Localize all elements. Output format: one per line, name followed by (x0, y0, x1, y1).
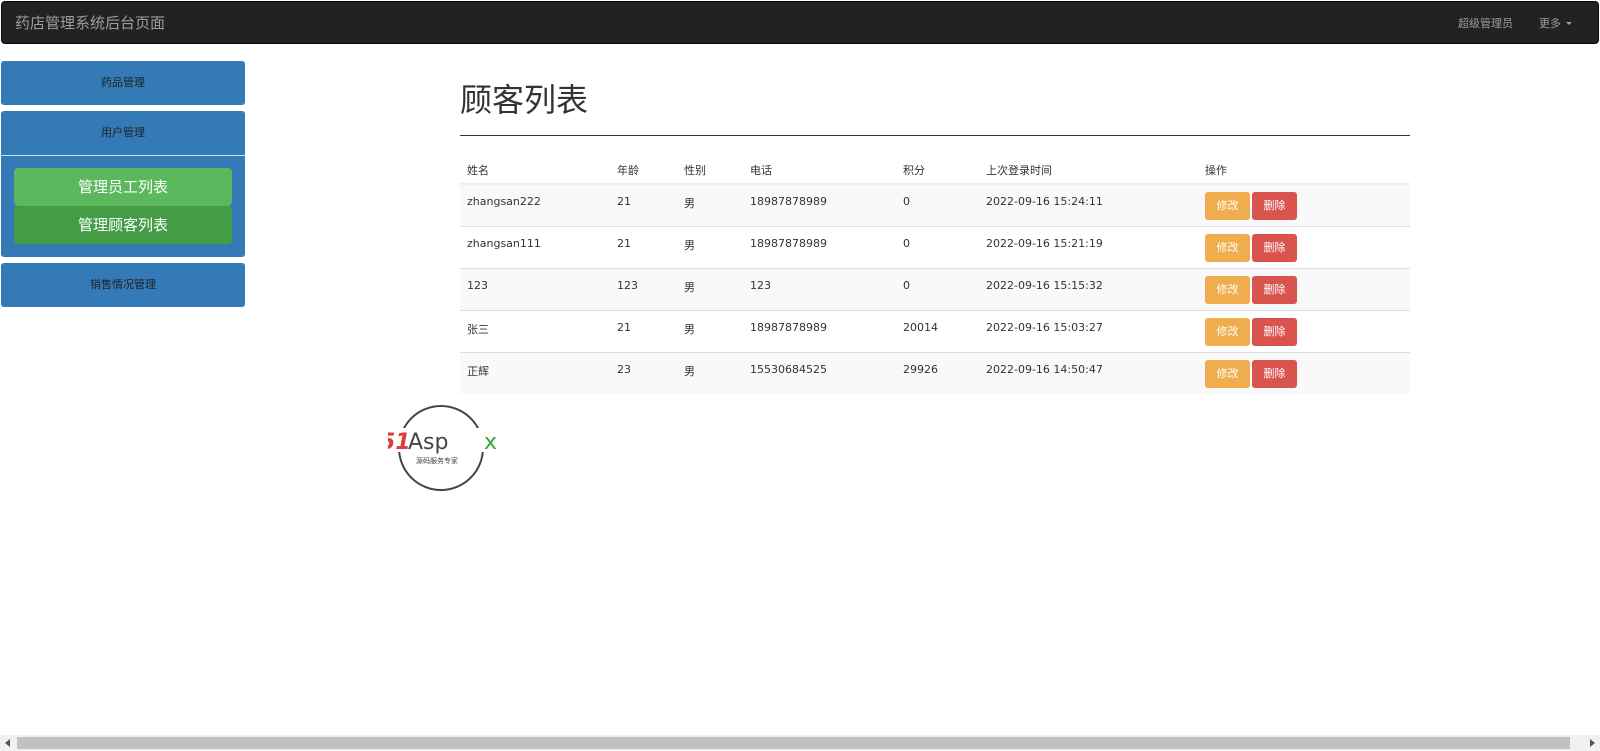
app-title[interactable]: 药店管理系统后台页面 (15, 12, 165, 33)
scroll-left-icon[interactable] (5, 739, 10, 747)
table-cell: 20014 (896, 309, 979, 352)
actions-cell: 修改 删除 (1198, 183, 1410, 226)
table-cell: 男 (677, 183, 743, 226)
table-cell: 0 (896, 183, 979, 226)
table-cell: 正辉 (460, 351, 610, 394)
sidebar-item-sales[interactable]: 销售情况管理 (1, 263, 245, 307)
scrollbar-thumb[interactable] (17, 737, 1570, 749)
sidebar-item-user[interactable]: 用户管理 (1, 111, 245, 155)
table-cell: 2022-09-16 14:50:47 (979, 351, 1198, 394)
page-title: 顾客列表 (460, 70, 1410, 136)
table-cell: 2022-09-16 15:21:19 (979, 225, 1198, 268)
more-label: 更多 (1539, 16, 1561, 30)
delete-button[interactable]: 删除 (1252, 192, 1297, 220)
actions-cell: 修改 删除 (1198, 351, 1410, 394)
sidebar-panel-drug: 药品管理 (1, 61, 245, 105)
table-row: 张三 21 男 18987878989 20014 2022-09-16 15:03:27… (460, 309, 1410, 352)
table-cell: 18987878989 (743, 183, 896, 226)
table-cell: 张三 (460, 309, 610, 352)
table-cell: 21 (610, 183, 677, 226)
delete-button[interactable]: 删除 (1252, 359, 1297, 388)
svg-text:源码服务专家: 源码服务专家 (416, 456, 458, 465)
column-header: 操作 (1198, 156, 1410, 185)
table-cell: 18987878989 (743, 309, 896, 352)
actions-cell: 修改 删除 (1198, 309, 1410, 352)
customer-list-button[interactable]: 管理顾客列表 (14, 206, 232, 244)
table-cell: zhangsan111 (460, 225, 610, 268)
svg-text:Asp: Asp (408, 430, 448, 455)
table-cell: 15530684525 (743, 351, 896, 394)
customer-table: 姓名 年龄 性别 电话 积分 上次登录时间 操作 zhangsan222 21 男 1898787… (460, 156, 1410, 394)
horizontal-scrollbar[interactable] (0, 735, 1600, 751)
table-header: 姓名 年龄 性别 电话 积分 上次登录时间 操作 (460, 156, 1410, 185)
actions-cell: 修改 删除 (1198, 267, 1410, 310)
sidebar-panel-user: 用户管理 管理员工列表 管理顾客列表 (1, 111, 245, 257)
table-cell: zhangsan222 (460, 183, 610, 226)
table-row: 正辉 23 男 15530684525 29926 2022-09-16 14:50:47… (460, 351, 1410, 394)
table-cell: 21 (610, 309, 677, 352)
table-cell: 男 (677, 225, 743, 268)
table-cell: 男 (677, 351, 743, 394)
column-header: 电话 (743, 156, 896, 185)
edit-button[interactable]: 修改 (1205, 275, 1250, 304)
svg-text:x: x (484, 430, 497, 455)
column-header: 上次登录时间 (979, 156, 1198, 185)
column-header: 年龄 (610, 156, 677, 185)
edit-button[interactable]: 修改 (1205, 359, 1250, 388)
column-header: 姓名 (460, 156, 610, 185)
more-dropdown[interactable]: 更多 (1539, 15, 1572, 31)
edit-button[interactable]: 修改 (1205, 192, 1250, 220)
table-cell: 0 (896, 225, 979, 268)
column-header: 性别 (677, 156, 743, 185)
table-row: 123 123 男 123 0 2022-09-16 15:15:32 修改 删除 (460, 267, 1410, 310)
table-cell: 18987878989 (743, 225, 896, 268)
table-row: zhangsan222 21 男 18987878989 0 2022-09-16 15:… (460, 183, 1410, 226)
top-navbar: 药店管理系统后台页面 超级管理员 更多 (1, 1, 1599, 44)
51aspx-watermark-logo: 51 Asp x 源码服务专家 (388, 405, 506, 491)
actions-cell: 修改 删除 (1198, 225, 1410, 268)
column-header: 积分 (896, 156, 979, 185)
edit-button[interactable]: 修改 (1205, 233, 1250, 262)
sidebar-item-drug[interactable]: 药品管理 (1, 61, 245, 105)
staff-list-button[interactable]: 管理员工列表 (14, 168, 232, 206)
table-cell: 0 (896, 267, 979, 310)
sidebar-panel-sales: 销售情况管理 (1, 263, 245, 307)
table-cell: 21 (610, 225, 677, 268)
table-cell: 123 (610, 267, 677, 310)
delete-button[interactable]: 删除 (1252, 317, 1297, 346)
table-cell: 男 (677, 309, 743, 352)
table-cell: 123 (743, 267, 896, 310)
table-cell: 2022-09-16 15:15:32 (979, 267, 1198, 310)
edit-button[interactable]: 修改 (1205, 317, 1250, 346)
table-cell: 123 (460, 267, 610, 310)
sidebar: 药品管理 用户管理 管理员工列表 管理顾客列表 销售情况管理 (1, 61, 245, 313)
table-row: zhangsan111 21 男 18987878989 0 2022-09-16 15:… (460, 225, 1410, 268)
scroll-right-icon[interactable] (1590, 739, 1595, 747)
user-menu[interactable]: 超级管理员 (1458, 15, 1513, 31)
delete-button[interactable]: 删除 (1252, 233, 1297, 262)
table-cell: 2022-09-16 15:03:27 (979, 309, 1198, 352)
table-cell: 男 (677, 267, 743, 310)
table-cell: 29926 (896, 351, 979, 394)
delete-button[interactable]: 删除 (1252, 275, 1297, 304)
caret-down-icon (1566, 22, 1572, 25)
table-cell: 23 (610, 351, 677, 394)
table-cell: 2022-09-16 15:24:11 (979, 183, 1198, 226)
main-content: 顾客列表 姓名 年龄 性别 电话 积分 上次登录时间 操作 zhangsan222 21 男 18… (460, 70, 1410, 394)
